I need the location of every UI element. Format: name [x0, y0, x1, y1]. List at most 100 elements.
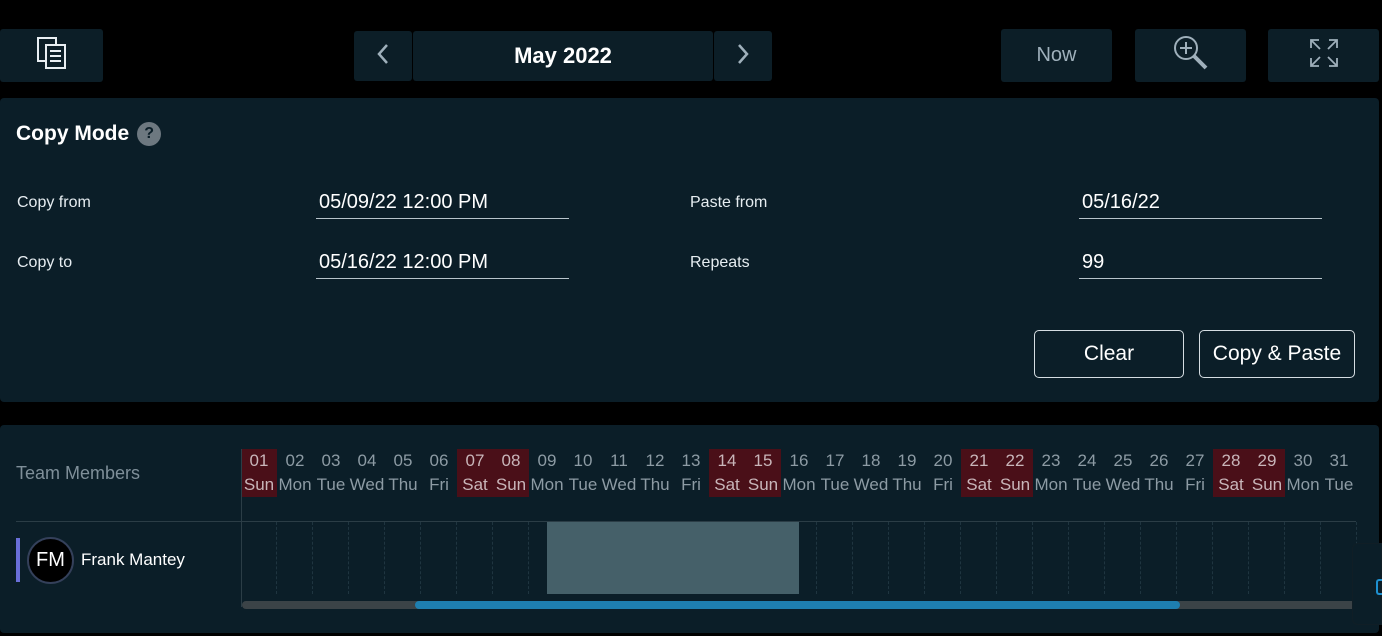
- day-of-week: Fri: [429, 475, 449, 494]
- fullscreen-icon: [1308, 37, 1340, 74]
- day-of-week: Mon: [1034, 475, 1068, 494]
- next-month-button[interactable]: [714, 31, 772, 81]
- day-of-week: Mon: [530, 475, 564, 494]
- side-tab-icon: [1376, 579, 1382, 595]
- horizontal-scrollbar[interactable]: [242, 601, 1356, 609]
- day-of-week: Sun: [747, 475, 779, 494]
- day-of-week: Fri: [933, 475, 953, 494]
- team-members-label: Team Members: [16, 463, 141, 483]
- day-of-week: Sun: [495, 475, 527, 494]
- day-number: 08: [501, 451, 521, 470]
- paste-from-field[interactable]: 05/16/22: [1079, 187, 1322, 219]
- day-of-week: Thu: [388, 475, 418, 494]
- day-of-week: Mon: [278, 475, 312, 494]
- copy-to-field[interactable]: 05/16/22 12:00 PM: [316, 247, 569, 279]
- day-number: 10: [573, 451, 593, 470]
- day-header-cell: 17 Tue: [817, 449, 853, 497]
- copy-mode-panel: Copy Mode ? Copy from 05/09/22 12:00 PM …: [0, 98, 1379, 402]
- day-number: 31: [1329, 451, 1349, 470]
- previous-month-button[interactable]: [354, 31, 412, 81]
- day-number: 11: [610, 451, 628, 470]
- day-header-cell: 07 Sat: [457, 449, 493, 497]
- day-of-week: Tue: [1072, 475, 1102, 494]
- member-row[interactable]: FM Frank Mantey: [16, 522, 1356, 594]
- day-of-week: Tue: [568, 475, 598, 494]
- day-header-cell: 01 Sun: [241, 449, 277, 497]
- now-button[interactable]: Now: [1001, 29, 1112, 82]
- day-header-cell: 25 Wed: [1105, 449, 1141, 497]
- timeline-panel: Team Members 01 Sun 02 Mon 03 Tue 04 Wed 05 Thu 06…: [0, 425, 1379, 633]
- copy-mode-title: Copy Mode ?: [16, 122, 162, 146]
- month-title: May 2022: [413, 31, 713, 81]
- day-header-cell: 23 Mon: [1033, 449, 1069, 497]
- copy-from-field[interactable]: 05/09/22 12:00 PM: [316, 187, 569, 219]
- chevron-right-icon: [735, 42, 751, 71]
- zoom-in-icon: [1171, 33, 1211, 78]
- day-header-cell: 16 Mon: [781, 449, 817, 497]
- day-number: 01: [249, 451, 269, 470]
- day-number: 14: [717, 451, 737, 470]
- day-header-cell: 21 Sat: [961, 449, 997, 497]
- day-number: 26: [1149, 451, 1169, 470]
- day-number: 24: [1077, 451, 1097, 470]
- fullscreen-button[interactable]: [1268, 29, 1379, 82]
- day-number: 09: [537, 451, 557, 470]
- day-number: 06: [429, 451, 449, 470]
- day-of-week: Wed: [1105, 475, 1141, 494]
- repeats-field[interactable]: 99: [1079, 247, 1322, 279]
- day-header-cell: 10 Tue: [565, 449, 601, 497]
- help-icon[interactable]: ?: [137, 122, 162, 146]
- member-name: Frank Mantey: [81, 550, 185, 569]
- day-of-week: Fri: [681, 475, 701, 494]
- day-header-cell: 14 Sat: [709, 449, 745, 497]
- day-number: 15: [753, 451, 773, 470]
- avatar: FM: [27, 537, 74, 584]
- day-header-cell: 29 Sun: [1249, 449, 1285, 497]
- day-number: 28: [1221, 451, 1241, 470]
- day-of-week: Mon: [1286, 475, 1320, 494]
- day-number: 29: [1257, 451, 1277, 470]
- day-header-cell: 13 Fri: [673, 449, 709, 497]
- day-header-cell: 03 Tue: [313, 449, 349, 497]
- day-number: 07: [465, 451, 485, 470]
- day-header: 01 Sun 02 Mon 03 Tue 04 Wed 05 Thu 06 Fri 07 Sat 08 Sun…: [241, 449, 1357, 497]
- day-of-week: Sat: [462, 475, 488, 494]
- day-header-cell: 19 Thu: [889, 449, 925, 497]
- day-number: 25: [1113, 451, 1133, 470]
- scrollbar-thumb[interactable]: [415, 601, 1180, 609]
- day-of-week: Wed: [853, 475, 889, 494]
- paste-from-label: Paste from: [690, 194, 768, 211]
- day-number: 21: [969, 451, 989, 470]
- day-of-week: Mon: [782, 475, 816, 494]
- day-of-week: Tue: [820, 475, 850, 494]
- copy-paste-button[interactable]: Copy & Paste: [1199, 330, 1355, 378]
- chevron-left-icon: [375, 42, 391, 71]
- day-header-cell: 08 Sun: [493, 449, 529, 497]
- clear-button[interactable]: Clear: [1034, 330, 1184, 378]
- day-number: 13: [681, 451, 701, 470]
- day-number: 03: [321, 451, 341, 470]
- day-number: 17: [825, 451, 845, 470]
- member-accent: [16, 538, 20, 582]
- day-header-cell: 04 Wed: [349, 449, 385, 497]
- day-header-cell: 15 Sun: [745, 449, 781, 497]
- day-header-cell: 09 Mon: [529, 449, 565, 497]
- copy-icon: [35, 36, 69, 75]
- day-header-cell: 31 Tue: [1321, 449, 1357, 497]
- day-header-cell: 27 Fri: [1177, 449, 1213, 497]
- side-panel-tab[interactable]: [1352, 543, 1382, 625]
- day-number: 20: [933, 451, 953, 470]
- day-header-cell: 20 Fri: [925, 449, 961, 497]
- zoom-button[interactable]: [1135, 29, 1246, 82]
- day-number: 04: [357, 451, 377, 470]
- day-of-week: Sun: [999, 475, 1031, 494]
- repeats-label: Repeats: [690, 254, 750, 271]
- day-header-cell: 24 Tue: [1069, 449, 1105, 497]
- day-header-cell: 02 Mon: [277, 449, 313, 497]
- day-number: 16: [789, 451, 809, 470]
- day-header-cell: 26 Thu: [1141, 449, 1177, 497]
- copy-mode-button[interactable]: [0, 29, 103, 82]
- day-of-week: Wed: [349, 475, 385, 494]
- day-header-cell: 22 Sun: [997, 449, 1033, 497]
- day-of-week: Thu: [640, 475, 670, 494]
